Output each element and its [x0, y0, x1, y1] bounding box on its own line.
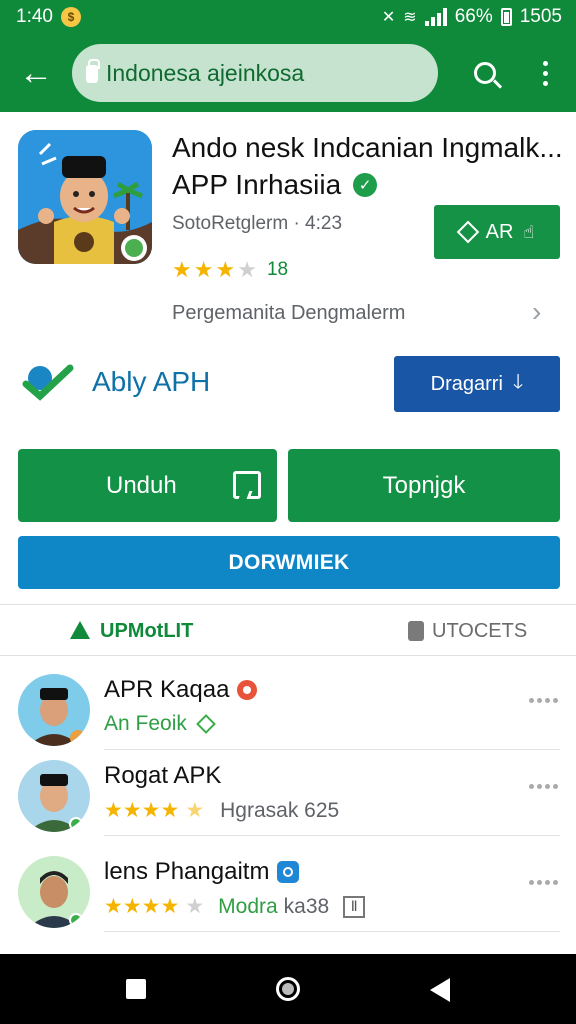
review-sub: ★★★★ ★ Hgrasak 625: [104, 798, 339, 823]
review-name-text: APR Kaqaa: [104, 676, 230, 703]
star-half-icon: ★: [185, 799, 205, 822]
app-bar: ← Indonesa ajeinkosa: [0, 34, 576, 112]
signal-icon: [424, 8, 447, 26]
home-icon[interactable]: [276, 977, 300, 1001]
ar-button[interactable]: AR ☝: [434, 205, 560, 259]
topnjgk-button[interactable]: Topnjgk: [288, 449, 560, 522]
app-rating: ★ ★ ★ ★ 18: [172, 257, 288, 283]
dragarri-button[interactable]: Dragarri 🡓: [394, 356, 560, 412]
badge-icon: [237, 680, 258, 700]
search-icon[interactable]: [460, 34, 510, 112]
square-icon: Ⅱ: [343, 895, 366, 918]
review-name: lens Phangaitm: [104, 858, 300, 886]
avatar: [18, 760, 90, 832]
more-icon[interactable]: [529, 698, 558, 703]
avatar: [18, 674, 90, 746]
star-icon: ★★★★: [104, 799, 180, 822]
review-sub: An Feoik: [104, 712, 216, 736]
tab-upmotlit[interactable]: UPMotLIT: [70, 605, 193, 657]
rating-count: 18: [266, 259, 289, 280]
battery-percent: 66%: [454, 6, 493, 27]
star-icon: ★★★★: [104, 895, 180, 918]
ably-label: Ably APH: [92, 366, 211, 397]
app-icon: [18, 130, 152, 264]
tab-bar: UPMotLIT UTOCETS: [0, 604, 576, 656]
star-empty-icon: ★: [185, 895, 205, 918]
topnjgk-label: Topnjgk: [382, 471, 466, 499]
star-icon: ★: [172, 257, 192, 282]
tab-utocets[interactable]: UTOCETS: [408, 605, 527, 657]
app-title: Ando nesk Indcanian Ingmalk...: [172, 132, 563, 163]
search-text: Indonesa ajeinkosa: [106, 59, 305, 86]
notification-icon: $: [60, 7, 81, 27]
diamond-icon: [195, 714, 216, 734]
avatar: [18, 856, 90, 928]
more-vert-icon[interactable]: [520, 34, 570, 112]
chevron-right-icon[interactable]: ›: [532, 296, 552, 327]
check-icon: [22, 364, 74, 401]
more-icon[interactable]: [529, 784, 558, 789]
lock-icon: [408, 621, 424, 641]
star-icon: ★: [215, 257, 236, 282]
unduh-label: Unduh: [106, 471, 177, 499]
back-arrow-icon[interactable]: ←: [0, 34, 72, 112]
wifi-icon: ≋: [403, 9, 417, 26]
review-sub-text: An Feoik: [104, 712, 187, 735]
dorwmiek-button[interactable]: DORWMIEK: [18, 536, 560, 589]
app-header: Ando nesk Indcanian Ingmalk... APP Inrha…: [0, 112, 576, 337]
battery-icon: [500, 8, 512, 26]
verified-check-icon: ✓: [353, 173, 378, 197]
dragarri-label: Dragarri: [430, 372, 503, 395]
star-empty-icon: ★: [237, 257, 257, 282]
download-arrow-icon: 🡓: [512, 371, 524, 393]
review-name-text: Rogat APK: [104, 762, 222, 789]
ably-row: Ably APH: [22, 362, 210, 402]
review-sub-text: Hgrasak 625: [220, 798, 340, 822]
back-icon[interactable]: [430, 978, 450, 1002]
review-sub: ★★★★ ★ Modra ka38 Ⅱ: [104, 894, 366, 919]
status-bar: 1:40 $ ✕ ≋ 66% 1505: [0, 0, 576, 34]
tab-label: UPMotLIT: [100, 619, 194, 642]
badge-icon: [277, 861, 300, 883]
status-time: 1:40: [16, 6, 53, 27]
app-developer: SotoRetglerm · 4:23: [172, 213, 343, 234]
tab-label: UTOCETS: [432, 619, 528, 642]
triangle-icon: [70, 621, 92, 641]
dorwmiek-label: DORWMIEK: [228, 550, 350, 574]
more-icon[interactable]: [529, 880, 558, 885]
diamond-icon: [456, 220, 479, 244]
unduh-button[interactable]: Unduh: [18, 449, 277, 522]
permissions-link[interactable]: Pergemanita Dengmalerm: [172, 302, 405, 325]
review-sub-text: ka38: [283, 894, 330, 918]
review-sub-green: Modra: [218, 894, 278, 918]
status-clock-right: 1505: [519, 6, 562, 27]
star-icon: ★: [193, 257, 214, 282]
review-name-text: lens Phangaitm: [104, 858, 270, 885]
mute-icon: ✕: [381, 9, 396, 26]
list-item[interactable]: APR Kaqaa An Feoik: [0, 664, 576, 750]
app-subtitle: APP Inrhasiia: [172, 169, 342, 200]
lock-icon: [86, 59, 100, 83]
list-item[interactable]: Rogat APK ★★★★ ★ Hgrasak 625: [0, 750, 576, 836]
search-field[interactable]: Indonesa ajeinkosa: [72, 44, 438, 102]
navigation-bar: [0, 954, 576, 1024]
ar-button-label: AR: [485, 220, 514, 243]
review-name: APR Kaqaa: [104, 676, 258, 704]
like-icon: ☝: [523, 221, 535, 242]
review-name: Rogat APK: [104, 762, 221, 790]
flag-icon: [233, 471, 261, 499]
app-title-line2: APP Inrhasiia ✓: [172, 169, 378, 201]
list-item[interactable]: lens Phangaitm ★★★★ ★ Modra ka38 Ⅱ: [0, 846, 576, 932]
recents-icon[interactable]: [126, 979, 146, 999]
